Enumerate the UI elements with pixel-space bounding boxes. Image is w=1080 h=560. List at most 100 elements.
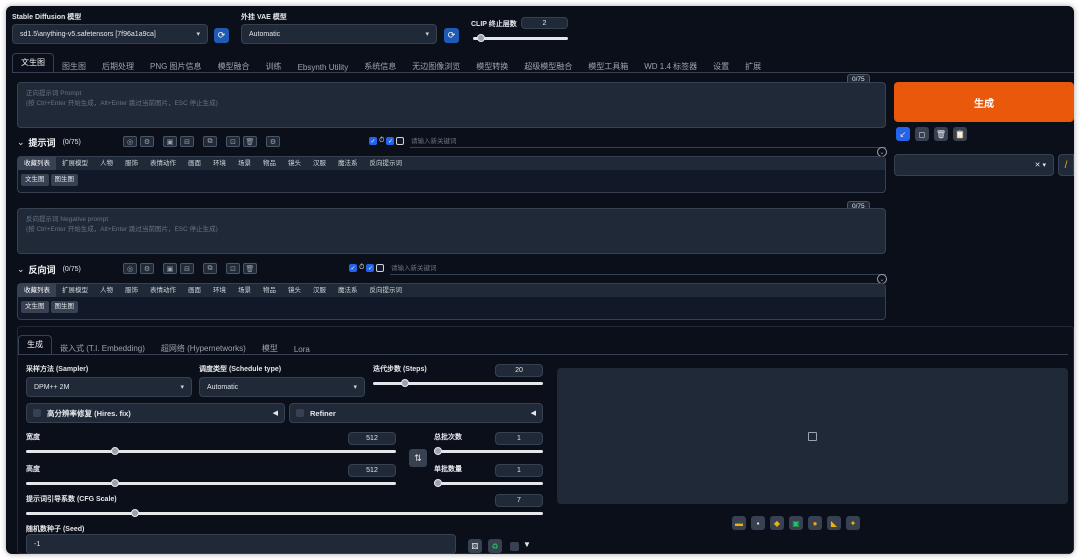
trash-icon[interactable]: 🗑 xyxy=(934,127,948,141)
tab-14[interactable]: 扩展 xyxy=(737,61,769,72)
batch-size-slider[interactable] xyxy=(434,479,543,487)
send-to-inpaint-icon[interactable]: ● xyxy=(808,516,822,530)
tab-12[interactable]: WD 1.4 标签器 xyxy=(636,61,705,72)
expand-triangle-icon[interactable]: ▼ xyxy=(523,540,531,549)
keyword-input[interactable]: 请输入新关键词 xyxy=(391,263,886,274)
category-item[interactable]: 物品 xyxy=(257,157,282,170)
category-item[interactable]: 服饰 xyxy=(119,284,144,297)
category-item[interactable]: 环境 xyxy=(207,284,232,297)
generate-button[interactable]: 生成 xyxy=(894,82,1074,122)
category-item[interactable]: 镜头 xyxy=(282,157,307,170)
slider-thumb[interactable] xyxy=(434,447,442,455)
square-icon[interactable]: ◻ xyxy=(915,127,929,141)
category-item[interactable]: 魔法系 xyxy=(332,284,364,297)
recycle-icon[interactable]: ♻ xyxy=(488,539,502,553)
steps-input[interactable]: 20 xyxy=(495,364,543,377)
collapse-icon[interactable]: ◀ xyxy=(273,409,278,417)
checkbox[interactable] xyxy=(376,264,385,272)
category-item[interactable]: 人物 xyxy=(94,284,119,297)
gear-icon[interactable]: ⚙ xyxy=(140,136,154,147)
clip-skip-input[interactable]: 2 xyxy=(521,17,568,29)
category-item[interactable]: 表情动作 xyxy=(144,157,182,170)
category-item[interactable]: 环境 xyxy=(207,157,232,170)
batch-count-input[interactable]: 1 xyxy=(495,432,543,445)
tab-10[interactable]: 超级模型融合 xyxy=(516,61,580,72)
tab-1[interactable]: 图生图 xyxy=(54,61,94,72)
tab-4[interactable]: 模型融合 xyxy=(210,61,258,72)
category-item[interactable]: 汉服 xyxy=(307,284,332,297)
batch-count-slider[interactable] xyxy=(434,447,543,455)
slider-thumb[interactable] xyxy=(401,379,409,387)
tab-3[interactable]: PNG 图片信息 xyxy=(142,61,210,72)
category-item[interactable]: 反向提示词 xyxy=(364,284,409,297)
generation-tab-2[interactable]: 超网络 (Hypernetworks) xyxy=(153,343,254,354)
send-to-extras-icon[interactable]: ◣ xyxy=(827,516,841,530)
cfg-input[interactable]: 7 xyxy=(495,494,543,507)
negative-heading[interactable]: ⌄ 反向词 (0/75) xyxy=(17,263,81,276)
hires-fix-accordion[interactable]: 高分辨率修复 (Hires. fix) ◀ xyxy=(26,403,285,423)
category-item[interactable]: 反向提示词 xyxy=(364,157,409,170)
globe-icon[interactable]: ◎ xyxy=(123,263,137,274)
tab-9[interactable]: 模型转换 xyxy=(468,61,516,72)
category-item[interactable]: 扩展模型 xyxy=(56,284,94,297)
dice-icon[interactable]: ⚄ xyxy=(468,539,482,553)
restore-icon[interactable]: ⊡ xyxy=(226,263,240,274)
clipboard-icon[interactable]: 📋 xyxy=(953,127,967,141)
width-input[interactable]: 512 xyxy=(348,432,396,445)
paste-icon[interactable]: ⊟ xyxy=(180,136,194,147)
subcategory-item[interactable]: 图生图 xyxy=(50,174,78,186)
category-item[interactable]: 物品 xyxy=(257,284,282,297)
gear-icon[interactable]: ⚙ xyxy=(140,263,154,274)
category-item[interactable]: 场景 xyxy=(232,284,257,297)
tab-2[interactable]: 后期处理 xyxy=(94,61,142,72)
checkbox[interactable]: ✓ xyxy=(349,264,357,272)
copy-icon[interactable]: ⧉ xyxy=(203,263,217,274)
category-item[interactable]: 人物 xyxy=(94,157,119,170)
tab-0[interactable]: 文生图 xyxy=(12,53,54,72)
swap-dimensions-icon[interactable]: ⇅ xyxy=(409,449,427,467)
category-item[interactable]: 收藏列表 xyxy=(18,157,56,170)
generation-tab-4[interactable]: Lora xyxy=(286,345,318,354)
slider-thumb[interactable] xyxy=(111,447,119,455)
folder-icon[interactable]: ▬ xyxy=(732,516,746,530)
zip-icon[interactable]: ◆ xyxy=(770,516,784,530)
tab-5[interactable]: 训练 xyxy=(258,61,290,72)
slider-thumb[interactable] xyxy=(434,479,442,487)
slider-thumb[interactable] xyxy=(477,34,485,42)
height-input[interactable]: 512 xyxy=(348,464,396,477)
tab-6[interactable]: Ebsynth Utility xyxy=(290,63,357,72)
checkbox[interactable] xyxy=(396,137,405,145)
sparkle-icon[interactable]: ✦ xyxy=(846,516,860,530)
vae-dropdown[interactable]: Automatic ▾ xyxy=(241,24,437,44)
copy-icon[interactable]: ⧉ xyxy=(203,136,217,147)
extra-checkbox[interactable] xyxy=(510,542,519,551)
checkbox[interactable]: ✓ xyxy=(366,264,375,272)
category-item[interactable]: 表情动作 xyxy=(144,284,182,297)
width-slider[interactable] xyxy=(26,447,396,455)
keyword-input[interactable]: 请输入新关键词 xyxy=(411,136,886,147)
prompt-textarea[interactable]: 正向提示词 Prompt (按 Ctrl+Enter 开始生成，Alt+Ente… xyxy=(17,82,886,128)
history-icon[interactable]: ⏱ xyxy=(359,264,364,272)
clip-skip-slider[interactable] xyxy=(473,34,568,42)
steps-slider[interactable] xyxy=(373,379,543,387)
styles-dropdown[interactable]: ✕ ▾ xyxy=(894,154,1054,176)
sd-model-dropdown[interactable]: sd1.5\anything-v5.safetensors [7f96a1a9c… xyxy=(12,24,208,44)
tab-11[interactable]: 模型工具箱 xyxy=(580,61,636,72)
generation-tab-3[interactable]: 模型 xyxy=(254,343,286,354)
clear-icon[interactable]: ✕ ▾ xyxy=(1035,161,1046,169)
send-to-img2img-icon[interactable]: ▣ xyxy=(789,516,803,530)
refresh-icon[interactable]: ⟳ xyxy=(444,28,459,43)
generation-tab-1[interactable]: 嵌入式 (T.I. Embedding) xyxy=(52,343,153,354)
category-item[interactable]: 魔法系 xyxy=(332,157,364,170)
edit-style-icon[interactable]: / xyxy=(1058,154,1074,176)
paste-icon[interactable]: ⊟ xyxy=(180,263,194,274)
schedule-dropdown[interactable]: Automatic ▾ xyxy=(199,377,365,397)
cfg-slider[interactable] xyxy=(26,509,543,517)
globe-icon[interactable]: ◎ xyxy=(123,136,137,147)
history-icon[interactable]: ⏱ xyxy=(379,137,384,145)
sampler-dropdown[interactable]: DPM++ 2M ▾ xyxy=(26,377,192,397)
refresh-icon[interactable]: ⟳ xyxy=(214,28,229,43)
category-item[interactable]: 汉服 xyxy=(307,157,332,170)
refiner-checkbox[interactable] xyxy=(296,409,304,417)
seed-input[interactable]: -1 xyxy=(26,534,456,554)
